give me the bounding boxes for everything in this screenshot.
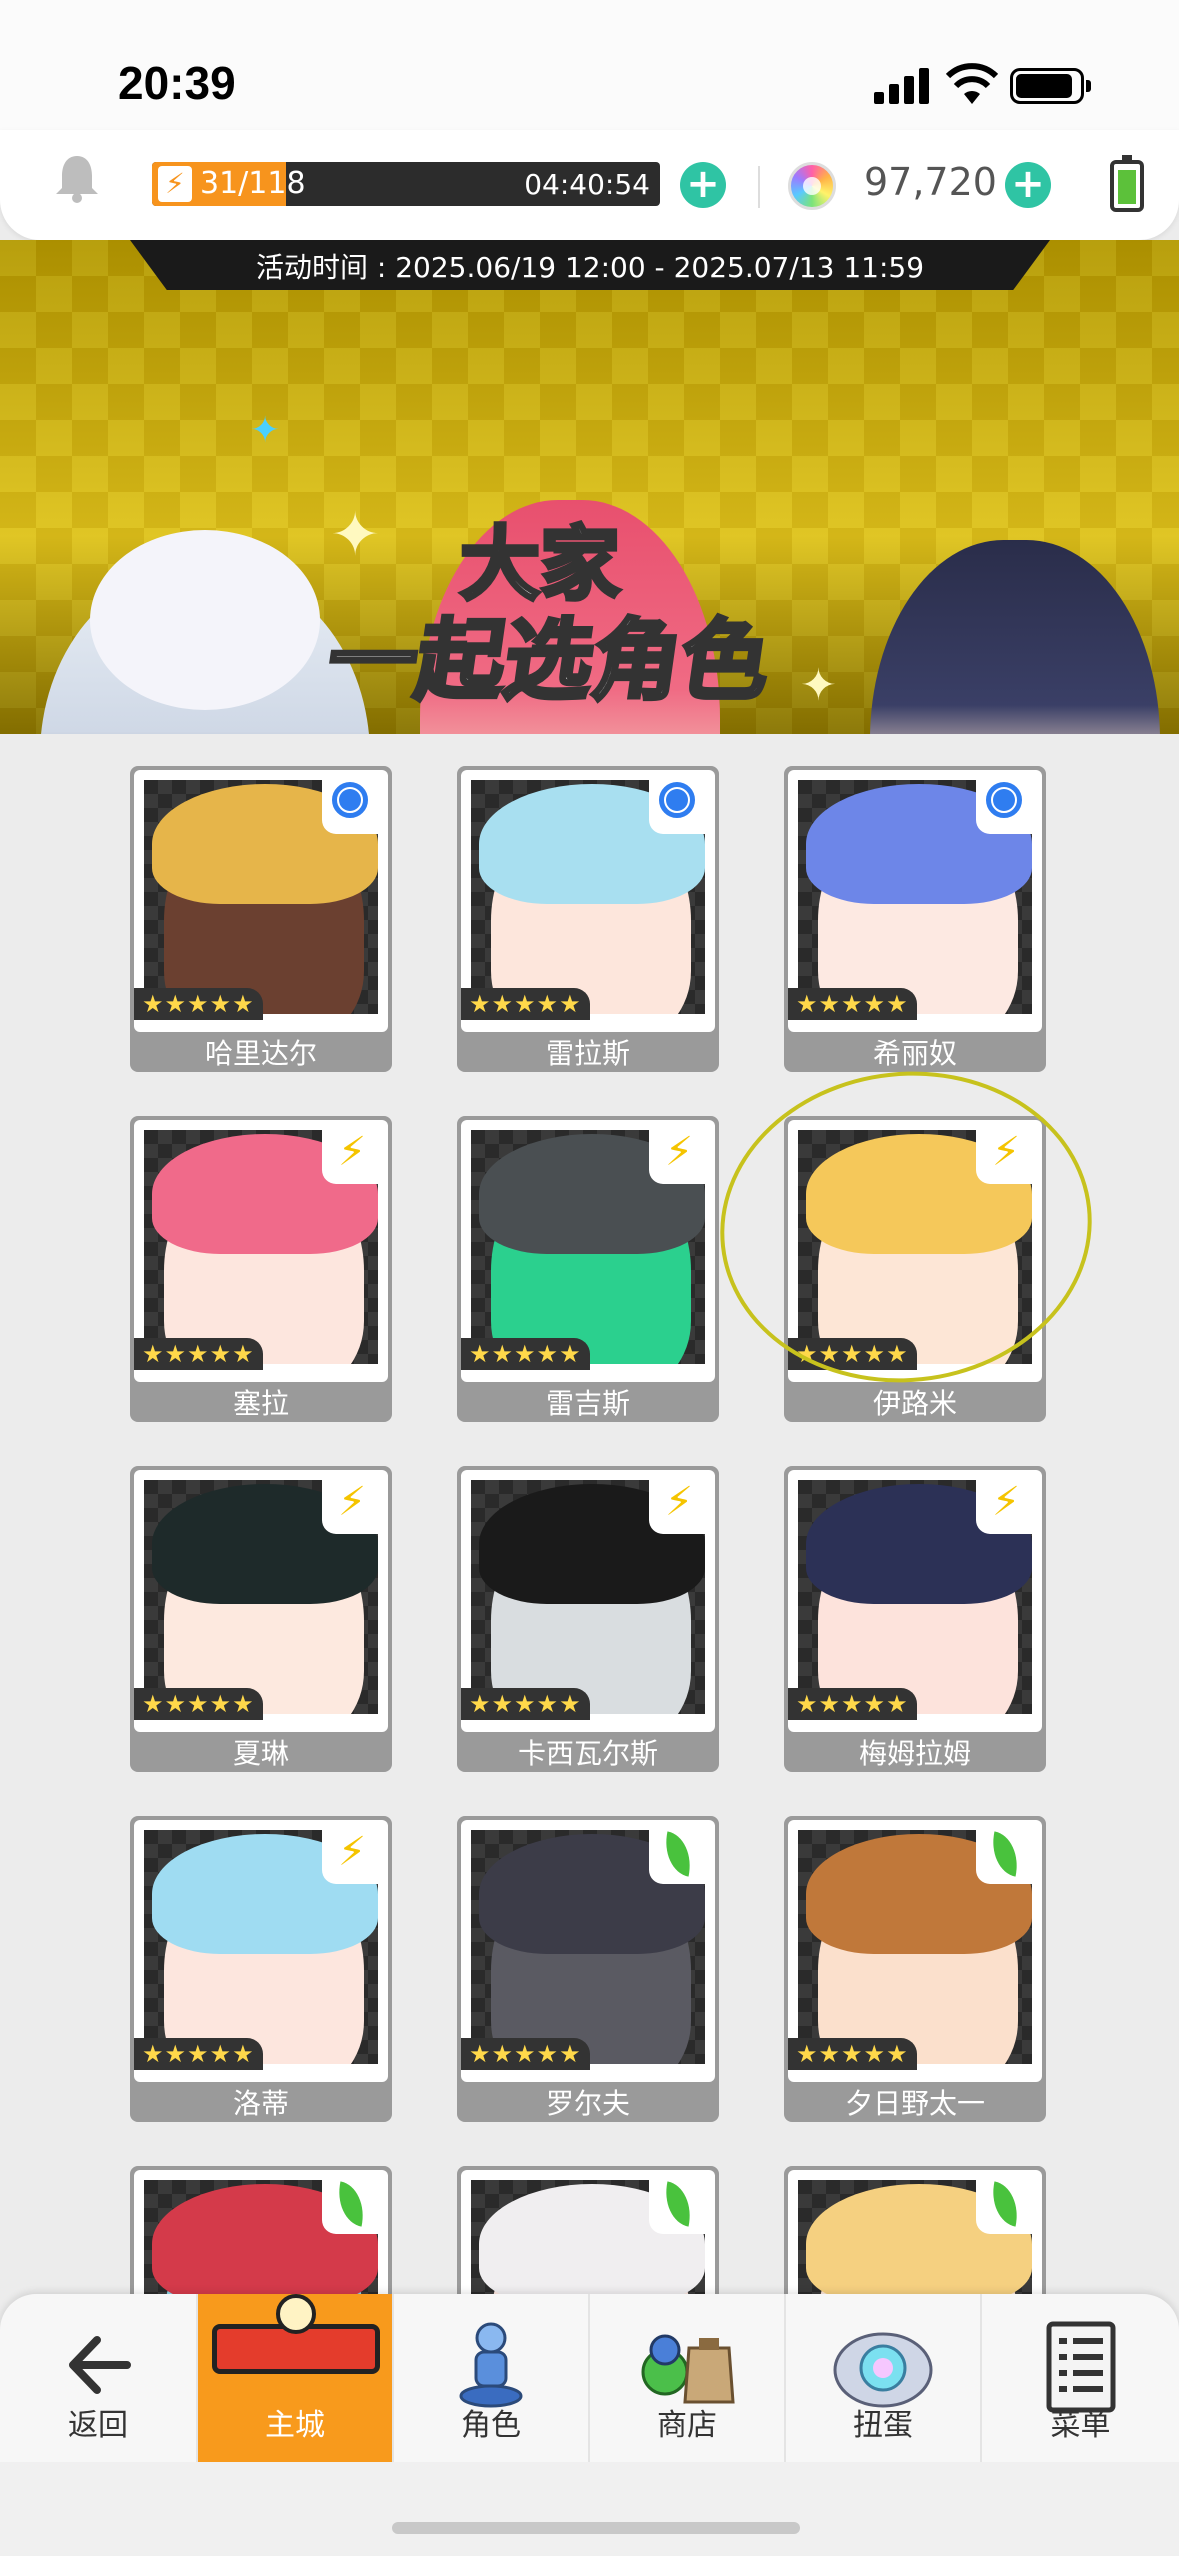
nav-shop[interactable]: 商店 xyxy=(588,2294,784,2462)
character-name: 雷拉斯 xyxy=(545,1037,630,1070)
wifi-icon xyxy=(946,63,998,104)
stamina-bar: ⚡ 31/118 04:40:54 xyxy=(152,162,660,206)
character-card[interactable] xyxy=(130,2166,392,2294)
rarity-stars: ★★★★★ xyxy=(461,988,590,1020)
character-card[interactable]: ★★★★★ 罗尔夫 xyxy=(457,1816,719,2122)
device-battery-icon xyxy=(1110,155,1144,212)
status-bar: 20:39 xyxy=(0,0,1179,150)
home-indicator[interactable] xyxy=(392,2522,800,2534)
divider xyxy=(758,166,760,208)
character-card[interactable]: ⚡ ★★★★★ 梅姆拉姆 xyxy=(784,1466,1046,1772)
add-gems-button[interactable]: + xyxy=(1005,162,1051,208)
character-card[interactable]: ⚡ ★★★★★ 雷吉斯 xyxy=(457,1116,719,1422)
character-name: 哈里达尔 xyxy=(204,1037,317,1070)
bolt-icon: ⚡ xyxy=(649,1124,709,1184)
stamina-bolt-icon: ⚡ xyxy=(158,166,192,202)
sparkle-icon: ✦ xyxy=(330,500,381,570)
nav-menu-label: 菜单 xyxy=(1050,2408,1111,2443)
bolt-icon: ⚡ xyxy=(322,1474,382,1534)
gem-count: 97,720 xyxy=(864,160,997,204)
leaf-icon xyxy=(649,1824,709,1884)
shop-bag-icon xyxy=(641,2334,735,2404)
nav-shop-label: 商店 xyxy=(657,2408,717,2443)
banner-character-left-hair xyxy=(90,530,320,710)
battery-icon xyxy=(1010,68,1091,104)
sparkle-icon: ✦ xyxy=(800,660,837,711)
character-name: 伊路米 xyxy=(872,1387,957,1420)
clock: 20:39 xyxy=(118,57,236,109)
system-bottom-area xyxy=(0,2462,1179,2556)
nav-gacha[interactable]: 扭蛋 xyxy=(784,2294,980,2462)
gem-icon xyxy=(788,162,836,210)
rarity-stars: ★★★★★ xyxy=(461,1338,590,1370)
resource-bar: ⚡ 31/118 04:40:54 + 97,720 + xyxy=(0,130,1179,240)
castle-home-icon xyxy=(212,2294,380,2390)
character-card[interactable]: ⚡ ★★★★★ 夏琳 xyxy=(130,1466,392,1772)
character-card[interactable]: ★★★★★ 希丽奴 xyxy=(784,766,1046,1072)
rarity-stars: ★★★★★ xyxy=(788,2038,917,2070)
character-card[interactable]: ⚡ ★★★★★ 洛蒂 xyxy=(130,1816,392,2122)
rarity-stars: ★★★★★ xyxy=(461,2038,590,2070)
nav-characters[interactable]: 角色 xyxy=(392,2294,588,2462)
leaf-icon xyxy=(649,2174,709,2234)
stamina-timer: 04:40:54 xyxy=(524,168,650,201)
ring-icon xyxy=(322,774,382,834)
leaf-icon xyxy=(976,2174,1036,2234)
character-name: 卡西瓦尔斯 xyxy=(517,1737,658,1770)
character-name: 洛蒂 xyxy=(232,2087,289,2120)
nav-home-label: 主城 xyxy=(265,2408,325,2443)
rarity-stars: ★★★★★ xyxy=(461,1688,590,1720)
banner-title-line2: 一起选角色 xyxy=(320,607,778,714)
character-card[interactable] xyxy=(784,2166,1046,2294)
ring-icon xyxy=(649,774,709,834)
nav-back[interactable]: 返回 xyxy=(0,2294,196,2462)
character-card[interactable] xyxy=(457,2166,719,2294)
nav-gacha-label: 扭蛋 xyxy=(853,2408,913,2443)
character-name: 塞拉 xyxy=(232,1387,289,1420)
character-card[interactable]: ★★★★★ 雷拉斯 xyxy=(457,766,719,1072)
add-stamina-button[interactable]: + xyxy=(680,162,726,208)
ring-icon xyxy=(976,774,1036,834)
bolt-icon: ⚡ xyxy=(322,1824,382,1884)
character-card[interactable]: ★★★★★ 夕日野太一 xyxy=(784,1816,1046,2122)
leaf-icon xyxy=(976,1824,1036,1884)
back-arrow-icon xyxy=(69,2336,131,2394)
character-card[interactable]: ★★★★★ 哈里达尔 xyxy=(130,766,392,1072)
cellular-signal-icon xyxy=(874,68,930,104)
rarity-stars: ★★★★★ xyxy=(134,2038,263,2070)
nav-characters-label: 角色 xyxy=(461,2408,521,2443)
character-name: 雷吉斯 xyxy=(545,1387,630,1420)
character-card[interactable]: ⚡ ★★★★★ 卡西瓦尔斯 xyxy=(457,1466,719,1772)
rarity-stars: ★★★★★ xyxy=(134,988,263,1020)
character-name: 希丽奴 xyxy=(872,1037,957,1070)
bell-icon[interactable] xyxy=(54,152,100,204)
character-name: 罗尔夫 xyxy=(545,2087,630,2120)
rarity-stars: ★★★★★ xyxy=(788,988,917,1020)
bolt-icon: ⚡ xyxy=(322,1124,382,1184)
leaf-icon xyxy=(322,2174,382,2234)
rarity-stars: ★★★★★ xyxy=(134,1338,263,1370)
event-time-text: 活动时间 : 2025.06/19 12:00 - 2025.07/13 11:… xyxy=(255,251,925,284)
character-name: 梅姆拉姆 xyxy=(858,1737,971,1770)
bolt-icon: ⚡ xyxy=(649,1474,709,1534)
rarity-stars: ★★★★★ xyxy=(788,1688,917,1720)
character-name: 夕日野太一 xyxy=(844,2087,985,2120)
character-name: 夏琳 xyxy=(232,1737,289,1770)
bolt-icon: ⚡ xyxy=(976,1474,1036,1534)
bottom-nav: 返回 主城 角色 商店 扭蛋 菜单 xyxy=(0,2294,1179,2462)
character-card[interactable]: ⚡ ★★★★★ 塞拉 xyxy=(130,1116,392,1422)
stamina-count: 31/118 xyxy=(200,166,306,201)
character-grid: ★★★★★ 哈里达尔 ★★★★★ 雷拉斯 ★★★★★ 希丽奴 ⚡ ★★★★★ 塞拉 ⚡ ★★★★★ 雷… xyxy=(0,734,1179,2294)
gacha-capsule-icon xyxy=(833,2332,933,2408)
nav-back-label: 返回 xyxy=(68,2408,128,2443)
rarity-stars: ★★★★★ xyxy=(134,1688,263,1720)
nav-menu[interactable]: 菜单 xyxy=(980,2294,1179,2462)
sparkle-icon: ✦ xyxy=(250,410,281,451)
